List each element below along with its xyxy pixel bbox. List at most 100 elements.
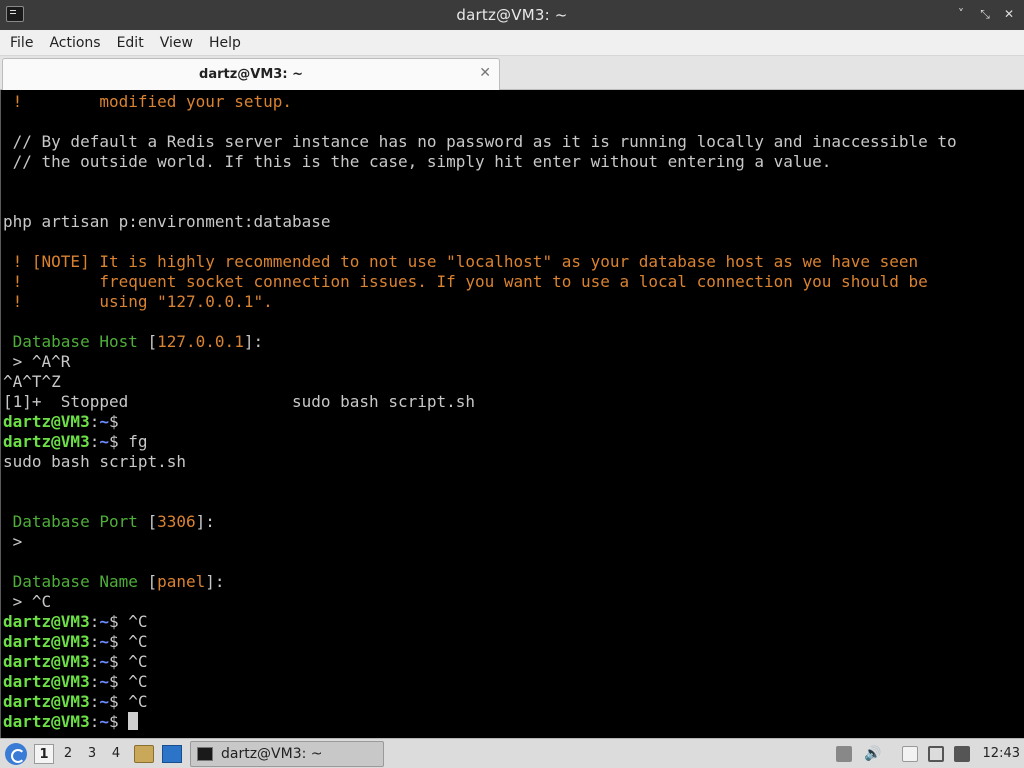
terminal-line: dartz@VM3:~$ ^C: [3, 632, 1024, 652]
tab-label: dartz@VM3: ~: [199, 67, 303, 82]
terminal-line: dartz@VM3:~$ ^C: [3, 612, 1024, 632]
workspace-1[interactable]: 1: [34, 744, 54, 764]
terminal-text: dartz@VM3: [3, 672, 90, 691]
terminal-text: :: [89, 612, 100, 631]
terminal-text: dartz@VM3: [3, 712, 90, 731]
clipboard-icon[interactable]: [902, 746, 918, 762]
window-title: dartz@VM3: ~: [456, 6, 568, 24]
terminal-line: > ^C: [3, 592, 1024, 612]
terminal-text: dartz@VM3: [3, 412, 90, 431]
terminal-text: panel: [157, 572, 206, 591]
terminal-text: dartz@VM3: [3, 692, 90, 711]
taskbar-task-terminal[interactable]: dartz@VM3: ~: [190, 741, 384, 767]
terminal-text: $ ^C: [108, 612, 148, 631]
terminal-text: dartz@VM3: [3, 652, 90, 671]
terminal-text: $ ^C: [108, 672, 148, 691]
terminal-line: dartz@VM3:~$ fg: [3, 432, 1024, 452]
terminal-line: dartz@VM3:~$ ^C: [3, 692, 1024, 712]
terminal-text: ~: [99, 632, 109, 651]
terminal-text: 127.0.0.1: [157, 332, 244, 351]
notifications-icon[interactable]: [954, 746, 970, 762]
terminal-line: [1]+ Stopped sudo bash script.sh: [3, 392, 1024, 412]
terminal-icon: [197, 747, 213, 761]
menu-edit[interactable]: Edit: [111, 35, 150, 51]
terminal-line: Database Name [panel]:: [3, 572, 1024, 592]
show-desktop-icon[interactable]: [162, 745, 182, 763]
terminal-text: ~: [99, 672, 109, 691]
menu-actions[interactable]: Actions: [43, 35, 106, 51]
terminal-line: ! using "127.0.0.1".: [3, 292, 1024, 312]
terminal-text: ]:: [243, 332, 264, 351]
terminal-text: ~: [99, 612, 109, 631]
terminal-text: sudo bash script.sh: [3, 452, 187, 471]
terminal-cursor: [128, 712, 139, 730]
terminal-text: 3306: [157, 512, 196, 531]
terminal-line: Database Host [127.0.0.1]:: [3, 332, 1024, 352]
menu-help[interactable]: Help: [203, 35, 247, 51]
menu-file[interactable]: File: [4, 35, 39, 51]
terminal-text: :: [89, 672, 100, 691]
terminal-text: ~: [99, 412, 109, 431]
terminal-text: Database Port: [3, 512, 138, 531]
window-titlebar[interactable]: dartz@VM3: ~ ˅ ⤡ ✕: [0, 0, 1024, 30]
terminal-line: dartz@VM3:~$ ^C: [3, 652, 1024, 672]
terminal-text: ! modified your setup.: [3, 92, 292, 111]
terminal-text: :: [89, 652, 100, 671]
file-manager-icon[interactable]: [134, 745, 154, 763]
workspace-3[interactable]: 3: [82, 744, 102, 764]
terminal-text: >: [3, 532, 23, 551]
maximize-icon[interactable]: ⤡: [978, 6, 992, 22]
tab-terminal[interactable]: dartz@VM3: ~ ✕: [2, 58, 500, 90]
terminal-line: Database Port [3306]:: [3, 512, 1024, 532]
workspace-2[interactable]: 2: [58, 744, 78, 764]
terminal-text: ]:: [195, 512, 215, 531]
terminal-line: ! modified your setup.: [3, 92, 1024, 112]
terminal-line: >: [3, 532, 1024, 552]
terminal-text: $: [108, 412, 119, 431]
terminal-line: php artisan p:environment:database: [3, 212, 1024, 232]
tray-app-icon[interactable]: [836, 746, 852, 762]
terminal-text: > ^A^R: [3, 352, 71, 371]
terminal-app-icon[interactable]: [6, 6, 24, 22]
terminal-text: ! [NOTE] It is highly recommended to not…: [3, 252, 919, 271]
close-icon[interactable]: ✕: [1002, 6, 1016, 22]
terminal-text: ! using "127.0.0.1".: [3, 292, 273, 311]
terminal-line: dartz@VM3:~$: [3, 412, 1024, 432]
terminal-text: [: [137, 512, 158, 531]
terminal-text: [: [137, 332, 158, 351]
window-controls: ˅ ⤡ ✕: [954, 6, 1016, 22]
terminal-text: ~: [99, 652, 109, 671]
terminal-text: ^A^T^Z: [3, 372, 61, 391]
terminal-output[interactable]: ! modified your setup. // By default a R…: [0, 90, 1024, 738]
terminal-line: ^A^T^Z: [3, 372, 1024, 392]
terminal-text: ~: [99, 692, 109, 711]
terminal-text: dartz@VM3: [3, 612, 90, 631]
network-icon[interactable]: [928, 746, 944, 762]
workspace-4[interactable]: 4: [106, 744, 126, 764]
minimize-icon[interactable]: ˅: [954, 6, 968, 22]
terminal-text: $ ^C: [108, 632, 148, 651]
menu-icon[interactable]: [5, 743, 27, 765]
terminal-text: dartz@VM3: [3, 432, 90, 451]
terminal-line: // the outside world. If this is the cas…: [3, 152, 1024, 172]
terminal-text: ~: [99, 432, 109, 451]
clock[interactable]: 12:43: [983, 746, 1020, 761]
menu-view[interactable]: View: [154, 35, 199, 51]
terminal-text: [: [137, 572, 158, 591]
task-label: dartz@VM3: ~: [221, 746, 323, 762]
terminal-text: $ fg: [108, 432, 148, 451]
volume-icon[interactable]: 🔊: [864, 746, 881, 762]
terminal-text: // the outside world. If this is the cas…: [3, 152, 832, 171]
tab-close-icon[interactable]: ✕: [479, 65, 491, 81]
terminal-text: Database Host: [3, 332, 138, 351]
terminal-text: ! frequent socket connection issues. If …: [3, 272, 928, 291]
terminal-line: > ^A^R: [3, 352, 1024, 372]
terminal-text: $: [108, 712, 129, 731]
